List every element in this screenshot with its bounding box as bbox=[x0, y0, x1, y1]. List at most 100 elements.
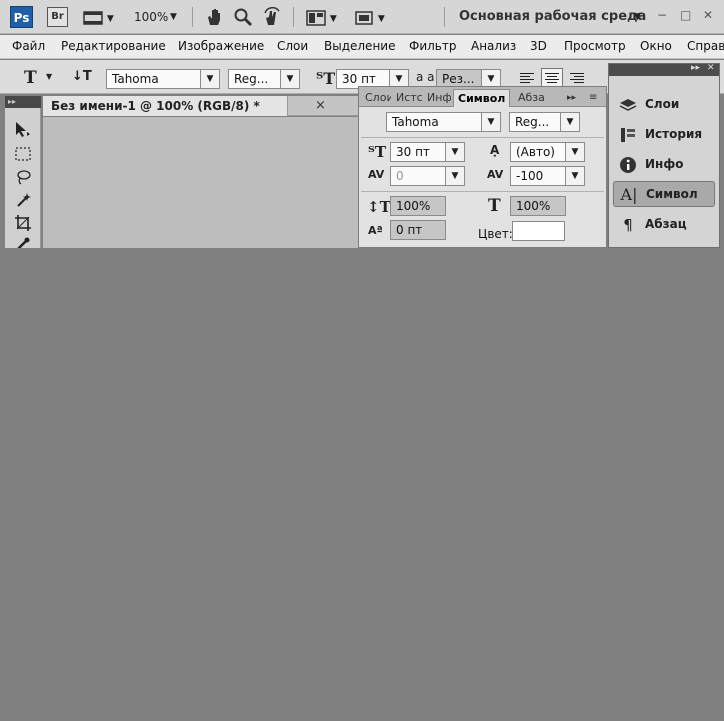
menu-help[interactable]: Справ bbox=[687, 39, 724, 53]
dock-item-info[interactable]: Инфо bbox=[613, 152, 715, 178]
expand-icon[interactable]: ▸▸ bbox=[567, 89, 576, 107]
divider bbox=[361, 191, 604, 192]
dock-item-character[interactable]: A| Символ bbox=[613, 181, 715, 207]
document-tab-bar: Без имени-1 @ 100% (RGB/8) * × bbox=[43, 96, 358, 116]
close-icon[interactable]: ✕ bbox=[707, 63, 715, 73]
menu-3d[interactable]: 3D bbox=[530, 39, 547, 53]
crop-tool[interactable] bbox=[13, 214, 33, 234]
chevron-down-icon[interactable]: ▼ bbox=[200, 70, 219, 88]
horizontal-scale-field[interactable]: 100% bbox=[510, 196, 566, 216]
divider bbox=[293, 7, 294, 27]
menu-filter[interactable]: Фильтр bbox=[409, 39, 456, 53]
lasso-tool[interactable] bbox=[13, 168, 33, 188]
close-icon[interactable]: ✕ bbox=[703, 8, 713, 22]
close-icon[interactable]: × bbox=[315, 98, 326, 113]
leading-select[interactable]: (Авто) ▼ bbox=[510, 142, 585, 162]
chevron-down-icon[interactable]: ▼ bbox=[565, 167, 584, 185]
dock-item-paragraph[interactable]: ¶ Абзац bbox=[613, 212, 715, 238]
document-canvas[interactable] bbox=[43, 117, 358, 248]
tab-character[interactable]: Символ bbox=[453, 89, 511, 107]
menu-bar: Файл Редактирование Изображение Слои Выд… bbox=[0, 35, 724, 59]
menu-view[interactable]: Просмотр bbox=[564, 39, 626, 53]
align-left-button[interactable] bbox=[516, 68, 538, 88]
tab-paragraph[interactable]: Абза bbox=[518, 89, 546, 107]
zoom-level[interactable]: 100% bbox=[134, 7, 168, 27]
dock-item-label: Абзац bbox=[645, 217, 687, 231]
kerning-select[interactable]: 0 ▼ bbox=[390, 166, 465, 186]
hand-tool-button[interactable] bbox=[204, 7, 224, 27]
chevron-down-icon[interactable]: ▼ bbox=[170, 7, 177, 27]
minimize-icon[interactable]: − bbox=[657, 8, 667, 22]
tools-palette-header[interactable]: ▸▸ bbox=[5, 96, 41, 108]
chevron-down-icon[interactable]: ▼ bbox=[481, 113, 500, 131]
magic-wand-tool[interactable] bbox=[13, 191, 33, 211]
marquee-tool[interactable] bbox=[13, 145, 33, 165]
menu-file[interactable]: Файл bbox=[12, 39, 45, 53]
photoshop-logo: Ps bbox=[10, 6, 33, 28]
arrange-icon bbox=[306, 9, 326, 26]
panel-menu-icon[interactable]: ≡ bbox=[589, 89, 597, 107]
expand-icon[interactable]: ▸▸ bbox=[691, 63, 700, 73]
chevron-down-icon[interactable]: ▼ bbox=[634, 7, 641, 27]
document-tab[interactable]: Без имени-1 @ 100% (RGB/8) * bbox=[43, 96, 288, 116]
chevron-down-icon[interactable]: ▼ bbox=[46, 72, 52, 81]
crop-icon bbox=[15, 215, 31, 231]
view-extras-button[interactable]: ▼ bbox=[83, 7, 114, 27]
zoom-tool-button[interactable] bbox=[233, 7, 253, 27]
magnifier-icon bbox=[234, 8, 253, 27]
type-tool-preset[interactable]: T bbox=[24, 68, 37, 88]
panel-font-size-select[interactable]: 30 пт ▼ bbox=[390, 142, 465, 162]
dock-item-history[interactable]: История bbox=[613, 122, 715, 148]
align-center-button[interactable] bbox=[541, 68, 563, 88]
menu-analysis[interactable]: Анализ bbox=[471, 39, 516, 53]
dock-header: ▸▸ ✕ bbox=[609, 63, 719, 76]
move-tool[interactable] bbox=[13, 121, 33, 141]
chevron-down-icon[interactable]: ▼ bbox=[280, 70, 299, 88]
tab-history[interactable]: Истс bbox=[396, 89, 422, 107]
paragraph-icon: ¶ bbox=[623, 216, 633, 234]
text-orientation-icon[interactable]: ↓T bbox=[72, 69, 92, 84]
tracking-icon: AV bbox=[487, 168, 504, 181]
menu-image[interactable]: Изображение bbox=[178, 39, 264, 53]
eyedropper-icon bbox=[17, 237, 30, 248]
maximize-icon[interactable]: □ bbox=[680, 8, 691, 22]
font-family-select[interactable]: Tahoma ▼ bbox=[106, 69, 220, 89]
tab-info[interactable]: Инфо bbox=[427, 89, 451, 107]
panel-font-family-select[interactable]: Tahoma ▼ bbox=[386, 112, 501, 132]
tracking-select[interactable]: -100 ▼ bbox=[510, 166, 585, 186]
font-style-select[interactable]: Reg... ▼ bbox=[228, 69, 300, 89]
kerning-icon: AV bbox=[368, 168, 385, 181]
screen-mode-icon bbox=[355, 10, 373, 25]
dock-item-label: Символ bbox=[646, 187, 698, 201]
eyedropper-tool[interactable] bbox=[13, 235, 33, 248]
history-icon bbox=[619, 126, 637, 144]
rotate-view-button[interactable] bbox=[262, 7, 282, 27]
tab-layers[interactable]: Слои bbox=[365, 89, 391, 107]
menu-edit[interactable]: Редактирование bbox=[61, 39, 166, 53]
baseline-shift-field[interactable]: 0 пт bbox=[390, 220, 446, 240]
horizontal-scale-icon: T bbox=[488, 196, 501, 216]
dock-item-layers[interactable]: Слои bbox=[613, 92, 715, 118]
text-color-swatch[interactable] bbox=[512, 221, 565, 241]
menu-select[interactable]: Выделение bbox=[324, 39, 395, 53]
vertical-scale-field[interactable]: 100% bbox=[390, 196, 446, 216]
panel-font-style-select[interactable]: Reg... ▼ bbox=[509, 112, 580, 132]
color-label: Цвет: bbox=[478, 227, 513, 241]
chevron-down-icon[interactable]: ▼ bbox=[565, 143, 584, 161]
chevron-down-icon: ▼ bbox=[377, 14, 385, 24]
menu-window[interactable]: Окно bbox=[640, 39, 672, 53]
chevron-down-icon[interactable]: ▼ bbox=[560, 113, 579, 131]
arrange-documents-button[interactable]: ▼ bbox=[306, 7, 337, 27]
chevron-down-icon[interactable]: ▼ bbox=[445, 167, 464, 185]
chevron-down-icon: ▼ bbox=[329, 14, 337, 24]
application-bar: Ps Br ▼ 100% ▼ ▼ ▼ Основная рабочая сред… bbox=[0, 0, 724, 34]
workspace-switcher[interactable]: Основная рабочая среда bbox=[459, 9, 646, 24]
screen-mode-button[interactable]: ▼ bbox=[354, 7, 385, 27]
align-right-button[interactable] bbox=[566, 68, 588, 88]
divider bbox=[361, 137, 604, 138]
font-size-icon: ᵀT bbox=[368, 143, 386, 161]
expand-icon[interactable]: ▸▸ bbox=[8, 97, 16, 106]
bridge-button[interactable]: Br bbox=[47, 7, 68, 27]
menu-layers[interactable]: Слои bbox=[277, 39, 308, 53]
chevron-down-icon[interactable]: ▼ bbox=[445, 143, 464, 161]
